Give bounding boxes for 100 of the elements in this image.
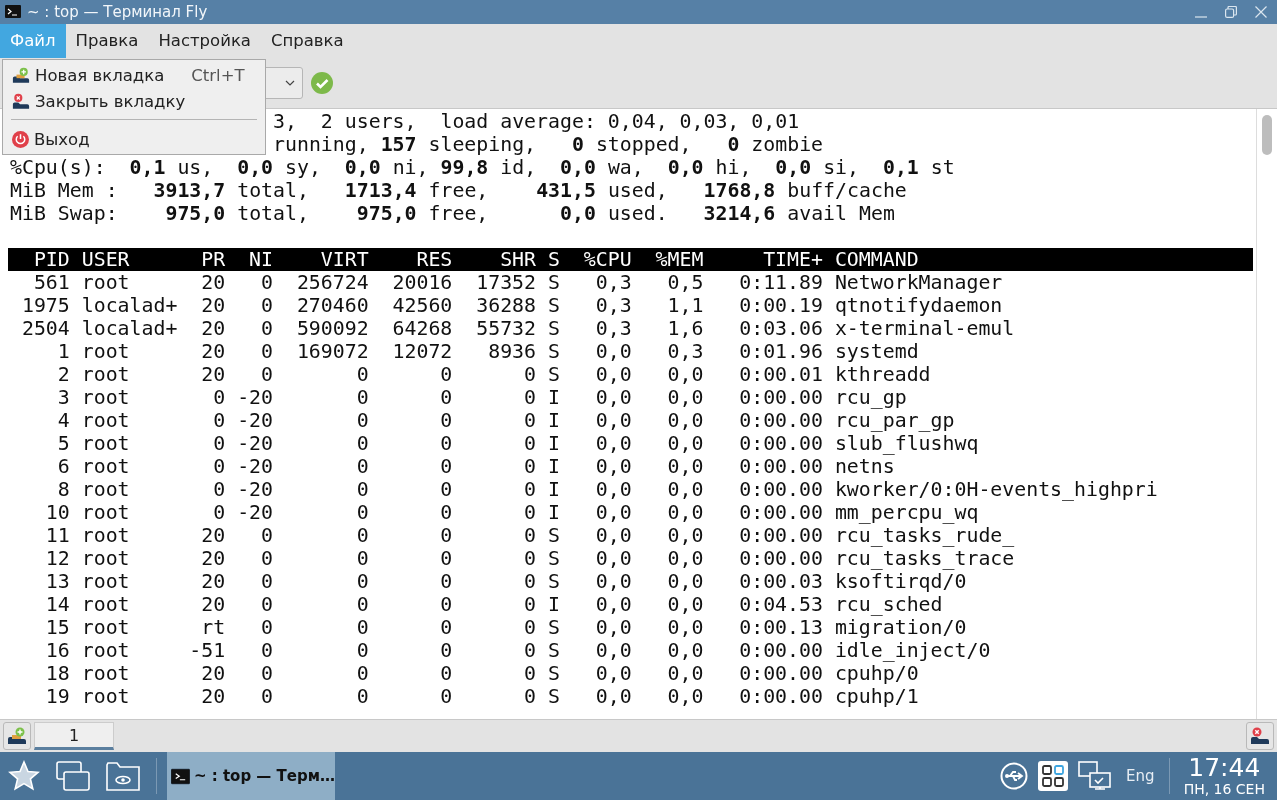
table-cell-text: 0 xyxy=(212,408,226,432)
table-cell-text: 16 xyxy=(44,638,70,662)
table-cell-text: root xyxy=(81,362,131,386)
table-cell-text: root xyxy=(81,638,131,662)
table-cell-text: 6 xyxy=(56,454,70,478)
table-cell-text: 0,3 xyxy=(594,316,632,340)
task-label: ~ : top — Терм… xyxy=(193,767,335,785)
table-cell-text: 0 xyxy=(260,592,273,616)
display-icon[interactable] xyxy=(1078,761,1113,791)
table-cell-text: S xyxy=(546,615,560,639)
table-cell-text: root xyxy=(81,592,131,616)
table-cell-text: 0,0 xyxy=(666,684,704,708)
table-cell-text: 0 xyxy=(439,592,453,616)
table-cell-text: -20 xyxy=(236,500,273,524)
table-cell-text: rt xyxy=(200,615,226,639)
table-cell-text: -20 xyxy=(236,385,273,409)
close-icon[interactable] xyxy=(1255,5,1267,18)
table-cell-text: 3 xyxy=(56,385,70,409)
terminal-line: 3, 2 users, load average: 0,04, 0,03, 0,01 xyxy=(273,109,800,133)
table-cell-text: 2504 xyxy=(20,316,70,340)
table-cell-text: 42560 xyxy=(391,293,453,317)
menu-item[interactable]: Настройка xyxy=(148,23,261,58)
table-cell-text: -51 xyxy=(188,638,226,662)
table-cell-text: cpuhp/1 xyxy=(834,684,920,708)
folder-eye-icon[interactable] xyxy=(106,761,140,791)
table-cell-text: 0 xyxy=(439,546,453,570)
table-cell-text: 0,0 xyxy=(666,592,704,616)
table-cell-text: 0 xyxy=(355,592,369,616)
clock[interactable]: 17:44 ПН, 16 СЕН xyxy=(1179,755,1277,797)
table-cell-text: 270460 xyxy=(295,293,369,317)
table-cell-text: S xyxy=(546,270,560,294)
table-cell-text: root xyxy=(81,385,131,409)
table-cell-text: S xyxy=(546,362,560,386)
column-header: PR xyxy=(200,247,226,271)
taskbar-button[interactable]: ~ : top — Терм… xyxy=(167,752,335,800)
table-cell-text: migration/0 xyxy=(834,615,968,639)
table-cell-text: 0,0 xyxy=(594,569,632,593)
table-cell-text: 4 xyxy=(56,408,70,432)
menu-item[interactable]: Правка xyxy=(65,23,149,58)
table-cell-text: 0 xyxy=(355,500,369,524)
check-icon[interactable] xyxy=(311,71,333,94)
tab[interactable]: 1 xyxy=(34,722,114,751)
table-cell-text: root xyxy=(81,523,131,547)
table-cell-text: 0:00.00 xyxy=(738,523,823,547)
menu-item[interactable]: Справка xyxy=(260,23,354,58)
menu-item[interactable]: Новая вкладка Ctrl+T xyxy=(3,62,265,88)
table-cell-text: 0:00.00 xyxy=(738,661,823,685)
column-header: PID xyxy=(32,247,70,271)
usb-icon[interactable] xyxy=(1000,762,1029,790)
table-cell-text: rcu_sched xyxy=(834,592,944,616)
table-cell-text: 0:00.00 xyxy=(738,500,823,524)
terminal-icon xyxy=(5,5,21,19)
table-cell-text: 0 xyxy=(523,477,536,501)
table-cell-text: root xyxy=(81,684,131,708)
table-cell-text: root xyxy=(81,546,131,570)
table-cell-text: NetworkManager xyxy=(834,270,1004,294)
table-cell-text: 0 xyxy=(523,362,536,386)
table-cell-text: kworker/0:0H-events_highpri xyxy=(834,477,1159,501)
new-tab-button[interactable] xyxy=(3,722,31,751)
close-tab-button[interactable] xyxy=(1246,722,1274,751)
table-cell-text: 0 xyxy=(523,500,536,524)
table-cell-text: S xyxy=(546,546,560,570)
table-cell-text: 1,6 xyxy=(666,316,704,340)
table-cell-text: 0 xyxy=(523,684,536,708)
table-cell: localad+ xyxy=(81,293,178,317)
windows-icon[interactable] xyxy=(56,761,90,791)
table-cell-text: 11 xyxy=(44,523,70,547)
table-cell-text: 20 xyxy=(200,339,226,363)
table-cell-text: 20 xyxy=(200,362,226,386)
table-cell-text: 0:00.00 xyxy=(738,477,823,501)
table-cell-text: S xyxy=(546,638,560,662)
keyboard-layout[interactable]: Eng xyxy=(1126,767,1155,785)
table-cell-text: I xyxy=(546,408,560,432)
star-icon[interactable] xyxy=(8,760,40,792)
table-cell-text: 0,0 xyxy=(666,385,704,409)
restore-icon[interactable] xyxy=(1225,5,1237,18)
table-cell-text: 0 xyxy=(523,638,536,662)
table-cell-text: 20 xyxy=(200,270,226,294)
table-cell-text: 0 xyxy=(523,523,536,547)
table-cell-text: netns xyxy=(834,454,895,478)
table-cell-text: root xyxy=(81,270,131,294)
grid-icon[interactable] xyxy=(1038,761,1069,791)
table-cell-text: 8936 xyxy=(487,339,536,363)
scroll-thumb[interactable] xyxy=(1262,114,1272,155)
table-cell-text: 0,0 xyxy=(666,523,704,547)
table-cell-text: 0,0 xyxy=(594,638,632,662)
table-cell-text: 0 xyxy=(355,431,369,455)
table-cell-text: 0 xyxy=(260,270,273,294)
table-cell-text: 0 xyxy=(355,546,369,570)
table-cell-text: 0,0 xyxy=(666,500,704,524)
table-cell-text: 0 xyxy=(355,684,369,708)
table-cell-text: 0 xyxy=(439,500,453,524)
table-cell-text: 12 xyxy=(44,546,70,570)
menu-item[interactable]: Закрыть вкладку xyxy=(3,88,265,114)
table-cell-text: 20 xyxy=(200,569,226,593)
caret-icon xyxy=(285,79,295,86)
table-cell-text: 0 xyxy=(523,546,536,570)
table-cell-text: 0 xyxy=(260,638,273,662)
table-cell-text: 0 xyxy=(439,385,453,409)
menu-item[interactable]: Выход xyxy=(3,126,265,152)
